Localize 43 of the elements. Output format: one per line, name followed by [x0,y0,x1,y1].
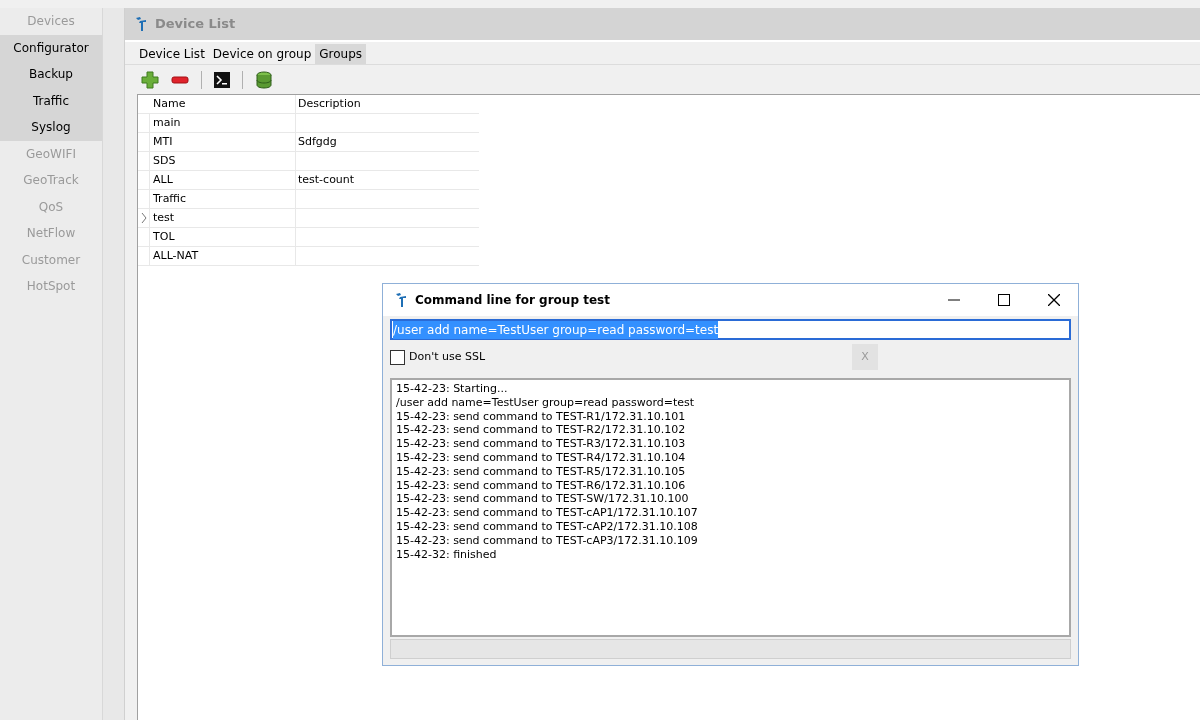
logo-icon [395,292,407,308]
dialog-title: Command line for group test [415,292,610,309]
checkbox[interactable] [390,349,405,365]
table-cell: ALL-NAT [150,247,296,265]
table-cell: SDS [150,152,296,170]
table-cell: TOL [150,228,296,246]
table-cell: test [150,209,296,227]
sidebar-item[interactable]: Configurator [0,34,102,61]
log-line: 15-42-23: send command to TEST-R3/172.31.10.103 [396,437,687,451]
table-cell: main [150,114,296,132]
checkbox-label: Don't use SSL [409,348,486,365]
maximize-icon[interactable] [998,294,1010,306]
log-line: 15-42-23: send command to TEST-R5/172.31.10.105 [396,464,687,479]
log-line: /user add name=TestUser group=read password=test [396,395,696,410]
table-cell-text: Sdfgdg [297,133,338,150]
table-cell: MTI [150,133,296,151]
tab[interactable]: Device on group [208,44,316,64]
tab[interactable]: Device List [135,44,209,64]
log-line: 15-42-23: send command to TEST-R6/172.31.10.106 [396,478,687,493]
column-header[interactable]: Description [296,95,479,113]
table-cell-text: test-count [297,171,356,188]
log-line: 15-42-23: send command to TEST-R2/172.31.10.102 [396,423,687,438]
log-line: 15-42-32: finished [396,547,498,562]
table-cell: Traffic [150,190,296,208]
sidebar-item[interactable]: Traffic [0,87,102,114]
tab[interactable]: Groups [315,44,367,64]
column-header[interactable]: Name [150,95,296,113]
log-line: 15-42-23: send command to TEST-R1/172.31.10.101 [396,409,687,424]
log-line: 15-42-23: Starting... [396,382,509,396]
sidebar-item[interactable]: Backup [0,61,102,88]
database-icon[interactable] [255,70,273,89]
log-line: 15-42-23: send command to TEST-cAP1/172.31.10.107 [396,506,699,520]
table-cell: ALL [150,171,296,189]
panel-title: Device List [155,15,236,34]
sidebar-item[interactable]: Syslog [0,114,102,141]
log-line: 15-42-23: send command to TEST-R4/172.31.10.104 [396,451,687,465]
plus-icon[interactable] [141,70,159,89]
logo-icon [135,16,147,32]
terminal-icon[interactable] [214,71,230,88]
log-line: 15-42-23: send command to TEST-cAP3/172.31.10.109 [396,533,699,548]
close-icon[interactable] [1048,294,1060,306]
log-line: 15-42-23: send command to TEST-SW/172.31.10.100 [396,492,690,507]
log-line: 15-42-23: send command to TEST-cAP2/172.31.10.108 [396,519,699,534]
